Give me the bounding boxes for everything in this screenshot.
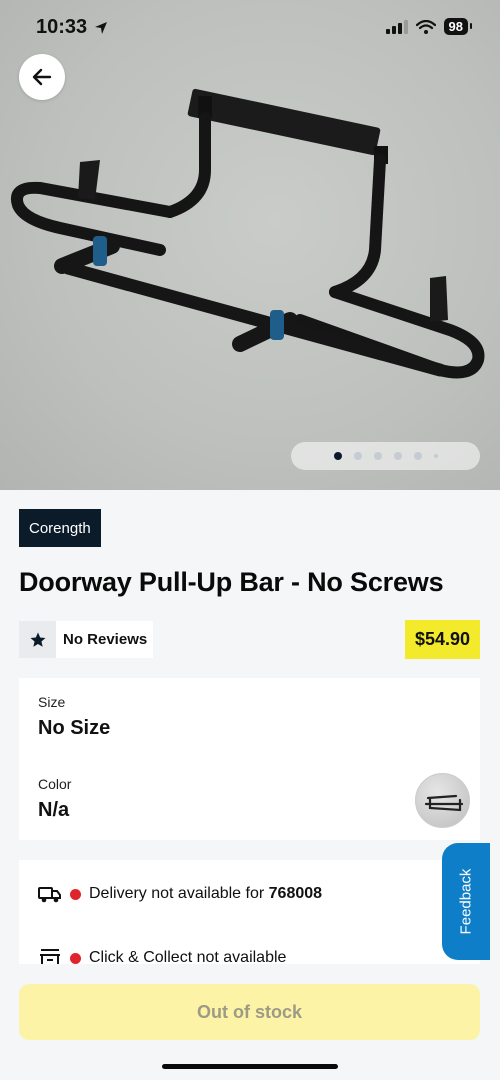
status-bar: 10:33 98 <box>0 0 500 56</box>
color-label: Color <box>38 776 72 792</box>
star-box <box>19 621 56 658</box>
home-delivery-prefix: Delivery not available for <box>89 885 269 902</box>
location-arrow-icon <box>95 21 108 34</box>
status-time: 10:33 <box>36 16 88 38</box>
price-badge: $54.90 <box>404 620 480 659</box>
pager-dot-active[interactable] <box>333 452 342 460</box>
out-of-stock-button[interactable]: Out of stock <box>19 984 480 1040</box>
arrow-left-icon <box>32 68 52 86</box>
status-time-group: 10:33 <box>36 16 109 39</box>
pager-dot[interactable] <box>353 452 362 460</box>
back-button[interactable] <box>19 54 65 100</box>
product-title: Doorway Pull-Up Bar - No Screws <box>19 567 444 597</box>
size-label: Size <box>38 694 66 710</box>
feedback-tab[interactable]: Feedback <box>442 843 490 960</box>
postcode[interactable]: 768008 <box>269 885 322 902</box>
reviews-summary[interactable]: No Reviews <box>19 621 154 658</box>
unavailable-dot <box>70 888 81 900</box>
signal-icon <box>385 19 408 34</box>
color-value[interactable]: N/a <box>38 799 69 822</box>
truck-icon <box>38 887 61 903</box>
home-delivery-row: Delivery not available for 768008 <box>38 884 322 904</box>
brand-tag[interactable]: Corength <box>19 509 101 547</box>
star-icon <box>30 632 45 647</box>
battery-indicator: 98 <box>443 18 473 35</box>
product-options-card: Size No Size Color N/a <box>19 678 480 840</box>
color-swatch[interactable] <box>415 773 470 828</box>
reviews-label: No Reviews <box>63 631 148 648</box>
home-delivery-text: Delivery not available for 768008 <box>89 885 322 903</box>
home-indicator <box>162 1064 338 1069</box>
pager-dot[interactable] <box>413 452 422 460</box>
product-image <box>11 88 485 379</box>
pager-dot[interactable] <box>373 452 382 460</box>
pull-up-bar-thumbnail <box>424 794 464 812</box>
delivery-card: Delivery not available for 768008 Click … <box>19 860 480 967</box>
wifi-icon <box>415 19 436 34</box>
size-value[interactable]: No Size <box>38 717 110 740</box>
unavailable-dot <box>70 952 81 964</box>
bottom-action-bar: Out of stock <box>0 964 500 1080</box>
product-image-gallery[interactable] <box>0 0 500 490</box>
pager-dot[interactable] <box>393 452 402 460</box>
pager-dot[interactable] <box>433 454 438 458</box>
image-pager[interactable] <box>291 442 480 470</box>
status-icons: 98 <box>385 18 473 35</box>
feedback-label: Feedback <box>457 868 475 935</box>
